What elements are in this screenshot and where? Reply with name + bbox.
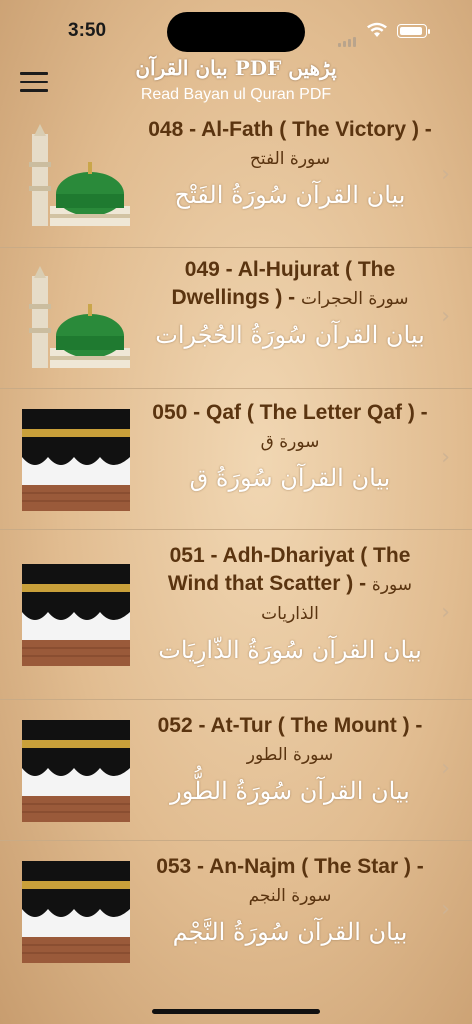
surah-row-051[interactable]: 051 - Adh-Dhariyat ( The Wind that Scatt…	[0, 530, 472, 700]
nav-title-urdu: بیان القرآن PDF پڑھیں	[135, 56, 337, 80]
kaaba-icon	[22, 720, 130, 822]
kaaba-icon	[22, 409, 130, 511]
cellular-signal-icon	[338, 28, 358, 47]
surah-calligraphy: بیان القرآن سُورَةُ الذّارِيَات	[158, 636, 422, 664]
battery-icon	[397, 24, 430, 38]
chevron-right-icon: ›	[441, 162, 450, 187]
surah-row-053[interactable]: 053 - An-Najm ( The Star ) - سورة النجم …	[0, 841, 472, 981]
kaaba-icon	[22, 861, 130, 963]
surah-title: 049 - Al-Hujurat ( The Dwellings ) - سور…	[171, 258, 409, 309]
surah-calligraphy: بیان القرآن سُورَةُ الحُجُرات	[155, 321, 425, 349]
chevron-right-icon: ›	[441, 445, 450, 470]
home-indicator[interactable]	[152, 1009, 320, 1014]
surah-title: 048 - Al-Fath ( The Victory ) - سورة الف…	[148, 118, 432, 169]
surah-calligraphy: بیان القرآن سُورَةُ الفَتْح	[174, 181, 406, 209]
chevron-right-icon: ›	[441, 897, 450, 922]
surah-row-049[interactable]: 049 - Al-Hujurat ( The Dwellings ) - سور…	[0, 248, 472, 389]
wifi-icon	[367, 22, 387, 37]
surah-row-048[interactable]: 048 - Al-Fath ( The Victory ) - سورة الف…	[0, 108, 472, 248]
chevron-right-icon: ›	[441, 600, 450, 625]
surah-title: 050 - Qaf ( The Letter Qaf ) - سورة ق	[152, 401, 428, 452]
navigation-bar: بیان القرآن PDF پڑھیں Read Bayan ul Qura…	[0, 56, 472, 112]
surah-title: 053 - An-Najm ( The Star ) - سورة النجم	[156, 855, 424, 906]
chevron-right-icon: ›	[441, 756, 450, 781]
surah-row-052[interactable]: 052 - At-Tur ( The Mount ) - سورة الطور …	[0, 700, 472, 841]
kaaba-icon	[22, 564, 130, 666]
surah-title: 051 - Adh-Dhariyat ( The Wind that Scatt…	[167, 544, 413, 624]
status-time: 3:50	[68, 20, 107, 41]
surah-calligraphy: بیان القرآن سُورَةُ النَّجْم	[172, 918, 408, 946]
surah-calligraphy: بیان القرآن سُورَةُ ق	[189, 464, 391, 492]
chevron-right-icon: ›	[441, 304, 450, 329]
surah-calligraphy: بیان القرآن سُورَةُ الطُّور	[170, 777, 410, 805]
status-bar: 3:50	[0, 0, 472, 60]
nav-subtitle: Read Bayan ul Quran PDF	[140, 86, 332, 103]
dynamic-island	[167, 12, 305, 52]
surah-title: 052 - At-Tur ( The Mount ) - سورة الطور	[157, 714, 423, 765]
surah-row-050[interactable]: 050 - Qaf ( The Letter Qaf ) - سورة ق بی…	[0, 389, 472, 530]
surah-list: 048 - Al-Fath ( The Victory ) - سورة الف…	[0, 108, 472, 981]
green-dome-icon	[29, 266, 130, 368]
green-dome-icon	[29, 124, 130, 226]
